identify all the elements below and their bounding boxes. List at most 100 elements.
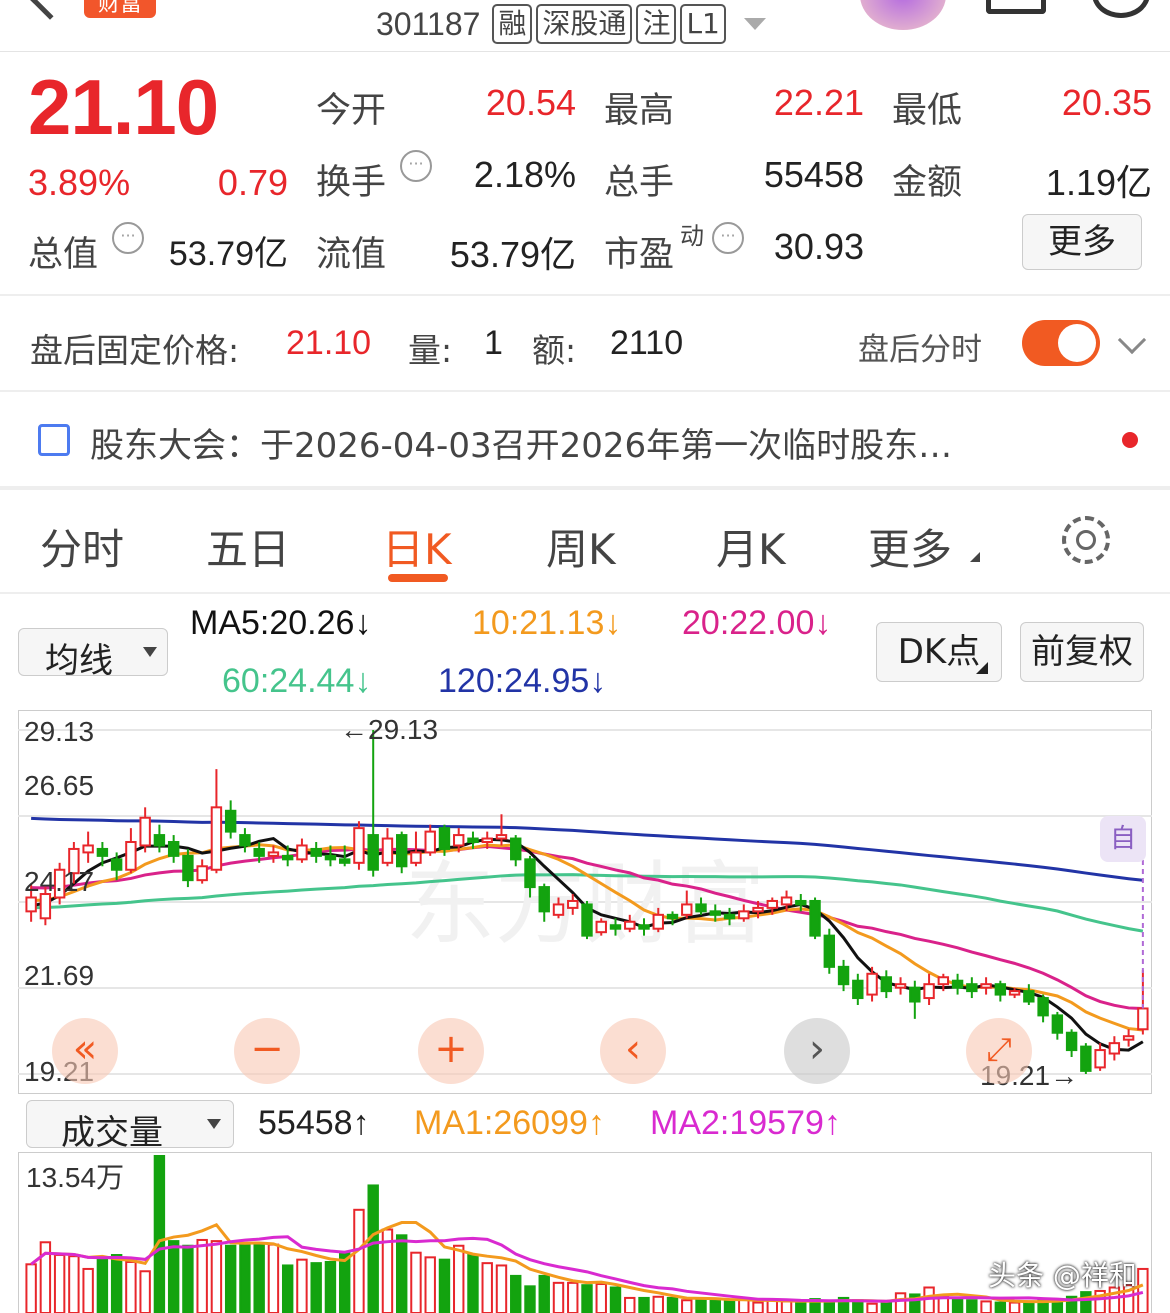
caret-icon [976,662,988,674]
divider [0,592,1170,594]
candle-body [224,809,237,833]
y-axis-label: 29.13 [24,716,95,747]
candle-body [780,896,793,906]
info-icon[interactable]: ··· [112,222,144,254]
candle-body [210,806,223,871]
candle-body [125,841,137,871]
open-label: 今开 [316,91,387,131]
tab-weekly-k[interactable]: 周K [546,516,616,577]
candle-body [852,979,864,1000]
tag-note: 注 [636,4,677,44]
candle-body [467,837,479,844]
candle-body [182,854,194,882]
zoom-out-button[interactable]: − [234,1018,300,1084]
fullscreen-button[interactable]: ⤢ [966,1018,1032,1084]
search-icon[interactable] [1092,0,1150,18]
volume-value: 55458 [763,154,864,195]
candle-body [866,972,878,996]
candle-body [738,910,750,920]
info-icon[interactable]: ··· [400,150,432,182]
candle-body [353,827,365,864]
volume-bar [780,1300,793,1313]
candle-body [438,827,451,850]
candle-body [624,920,636,930]
ma120-value: 120:24.95↓ [438,662,607,700]
volume-bar [552,1281,565,1313]
zoom-in-button[interactable]: + [418,1018,484,1084]
tab-daily-k[interactable]: 日K [382,516,452,577]
tab-monthly-k[interactable]: 月K [716,516,786,577]
chevron-down-icon[interactable] [743,18,766,30]
gear-icon[interactable] [1062,516,1110,564]
high-label: 最高 [604,91,675,131]
candle-body [410,851,422,864]
candle-body [766,899,778,909]
volume-bar [296,1258,308,1313]
auto-button[interactable]: 自 [1100,816,1146,862]
avatar[interactable] [860,0,946,30]
pe-label: 市盈 [604,235,675,275]
candle-body [638,924,650,930]
low-value: 20.35 [1061,82,1152,123]
volume-bar [595,1283,607,1313]
volume-bar [624,1296,636,1313]
candle-body [695,903,707,913]
after-hours-toggle[interactable] [1022,320,1100,366]
window-icon[interactable] [986,0,1046,14]
volume-bar [638,1296,650,1313]
caret-icon [970,552,980,562]
tab-five-day[interactable]: 五日 [206,516,290,577]
volume-dropdown[interactable]: 成交量 [26,1100,234,1153]
volume-bar [196,1238,208,1313]
divider [0,486,1170,490]
turnover-label: 换手 [316,163,387,203]
adjust-button[interactable]: 前复权 [1020,622,1144,682]
candle-body [167,841,180,857]
candle-body [253,847,265,857]
more-button[interactable]: 更多 [1022,214,1142,270]
after-hours-toggle-label: 盘后分时 [858,332,982,368]
volume-value: 55458↑ [258,1104,370,1142]
scroll-start-button[interactable]: « [52,1018,118,1084]
candle-body [1108,1042,1121,1055]
candle-body [1037,997,1049,1017]
candle-body [1008,990,1021,996]
candle-body [894,983,907,989]
candle-body [752,906,764,913]
volume-bar [396,1234,408,1313]
volume-bar [524,1285,536,1313]
tab-more[interactable]: 更多 [868,516,952,577]
announcement-text[interactable]: 股东大会：于2026-04-03召开2026年第一次临时股东… [90,418,1090,467]
scroll-left-button[interactable]: ‹ [600,1018,666,1084]
volume-bar [994,1301,1007,1313]
candle-body [923,983,935,1000]
candle-body [524,858,536,889]
volume-bar [966,1299,978,1313]
volume-bar [894,1292,907,1313]
candle-body [296,844,308,861]
volume-bar [880,1301,893,1313]
volume-bar [951,1298,964,1313]
volume-bar [281,1264,294,1313]
candle-body [880,976,893,993]
indicator-dropdown[interactable]: 均线 [18,628,168,681]
volume-chart[interactable] [18,1152,1152,1313]
volume-bar [410,1251,422,1313]
volume-bar [510,1274,522,1313]
back-icon[interactable] [30,0,70,20]
tab-intraday[interactable]: 分时 [40,516,124,577]
candle-body [510,837,522,861]
volume-bar [1137,1267,1149,1313]
volume-bar [367,1184,379,1313]
volume-bar [167,1240,180,1313]
candle-body [481,837,493,844]
candle-body [595,920,607,934]
candle-body [581,903,593,937]
max-price-marker: ←29.13 [340,714,439,745]
ma5-value: MA5:20.26↓ [190,604,372,642]
volume-bar [467,1254,479,1313]
info-icon[interactable]: ··· [712,222,744,254]
chevron-down-icon[interactable] [1117,325,1147,355]
scroll-right-button[interactable]: › [784,1018,850,1084]
volume-bar [353,1208,365,1313]
